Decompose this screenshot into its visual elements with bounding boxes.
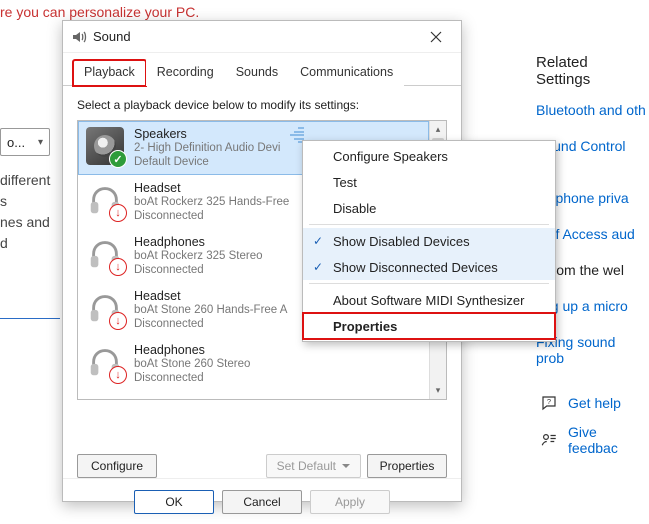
dialog-title: Sound <box>93 29 419 44</box>
ctx-show-disabled[interactable]: Show Disabled Devices <box>303 228 555 254</box>
device-subtitle: boAt Rockerz 325 Stereo <box>134 249 263 263</box>
device-text: HeadphonesboAt Stone 260 StereoDisconnec… <box>134 343 250 386</box>
cancel-button[interactable]: Cancel <box>222 490 302 514</box>
device-status: Disconnected <box>134 209 289 223</box>
give-feedback-row[interactable]: Give feedbac <box>540 424 649 456</box>
set-default-button: Set Default <box>266 454 361 478</box>
device-item-headphones[interactable]: ↓ HeadphonesboAt Stone 260 StereoDisconne… <box>78 337 429 391</box>
close-button[interactable] <box>419 25 453 49</box>
device-text: HeadphonesboAt Rockerz 325 StereoDisconn… <box>134 235 263 278</box>
device-name: Speakers <box>134 127 280 141</box>
give-feedback-link[interactable]: Give feedbac <box>568 424 649 456</box>
ctx-about-midi[interactable]: About Software MIDI Synthesizer <box>303 287 555 313</box>
scroll-up-icon[interactable]: ▴ <box>430 121 446 138</box>
bg-dropdown-value: o... <box>7 135 25 150</box>
device-subtitle: boAt Stone 260 Stereo <box>134 357 250 371</box>
device-text: Speakers2- High Definition Audio DeviDef… <box>134 127 280 170</box>
bg-divider <box>0 318 60 319</box>
bg-warning-text: re you can personalize your PC. <box>0 4 649 20</box>
instruction-text: Select a playback device below to modify… <box>77 98 447 112</box>
device-name: Headphones <box>134 343 250 357</box>
get-help-row[interactable]: ? Get help <box>540 394 621 412</box>
device-icon: ↓ <box>86 181 124 219</box>
ctx-show-disconnected[interactable]: Show Disconnected Devices <box>303 254 555 280</box>
dialog-titlebar[interactable]: Sound <box>63 21 461 53</box>
device-name: Headset <box>134 289 287 303</box>
tab-communications[interactable]: Communications <box>289 60 404 86</box>
tab-sounds[interactable]: Sounds <box>225 60 289 86</box>
svg-text:?: ? <box>547 397 551 406</box>
properties-button[interactable]: Properties <box>367 454 447 478</box>
device-subtitle: boAt Rockerz 325 Hands-Free <box>134 195 289 209</box>
link-bluetooth[interactable]: Bluetooth and oth <box>536 102 646 118</box>
ctx-separator <box>309 224 549 225</box>
bg-output-dropdown[interactable]: o... ▾ <box>0 128 50 156</box>
device-status: Default Device <box>134 155 280 169</box>
ctx-disable[interactable]: Disable <box>303 195 555 221</box>
device-subtitle: 2- High Definition Audio Devi <box>134 141 280 155</box>
ok-button[interactable]: OK <box>134 490 214 514</box>
context-menu: Configure Speakers Test Disable Show Dis… <box>302 140 556 342</box>
bg-paragraph: different s nes and d <box>0 170 60 254</box>
bg-para-line: nes and d <box>0 214 50 251</box>
device-text: HeadsetboAt Stone 260 Hands-Free ADiscon… <box>134 289 287 332</box>
speaker-icon <box>71 29 87 45</box>
close-icon <box>430 31 442 43</box>
device-status: Disconnected <box>134 317 287 331</box>
device-icon: ✓ <box>86 127 124 165</box>
device-name: Headphones <box>134 235 263 249</box>
device-name: Headset <box>134 181 289 195</box>
scroll-down-icon[interactable]: ▾ <box>430 382 446 399</box>
bg-para-line: different s <box>0 172 50 209</box>
device-text: HeadsetboAt Rockerz 325 Hands-FreeDiscon… <box>134 181 289 224</box>
tab-playback[interactable]: Playback <box>73 60 146 86</box>
device-buttons-row: Configure Set Default Properties <box>63 446 461 478</box>
device-status: Disconnected <box>134 263 263 277</box>
device-icon: ↓ <box>86 343 124 381</box>
device-icon: ↓ <box>86 235 124 273</box>
dialog-footer: OK Cancel Apply <box>63 478 461 524</box>
device-status: Disconnected <box>134 371 250 385</box>
configure-button[interactable]: Configure <box>77 454 157 478</box>
device-subtitle: boAt Stone 260 Hands-Free A <box>134 303 287 317</box>
ctx-properties[interactable]: Properties <box>303 313 555 339</box>
chevron-down-icon: ▾ <box>38 137 43 148</box>
tab-bar: Playback Recording Sounds Communications <box>63 53 461 86</box>
chat-help-icon: ? <box>540 394 558 412</box>
ctx-separator <box>309 283 549 284</box>
tab-recording[interactable]: Recording <box>146 60 225 86</box>
ctx-test[interactable]: Test <box>303 169 555 195</box>
apply-button: Apply <box>310 490 390 514</box>
related-heading: Related Settings <box>536 54 646 88</box>
device-icon: ↓ <box>86 289 124 327</box>
feedback-icon <box>540 431 558 449</box>
ctx-configure-speakers[interactable]: Configure Speakers <box>303 143 555 169</box>
get-help-link[interactable]: Get help <box>568 395 621 411</box>
